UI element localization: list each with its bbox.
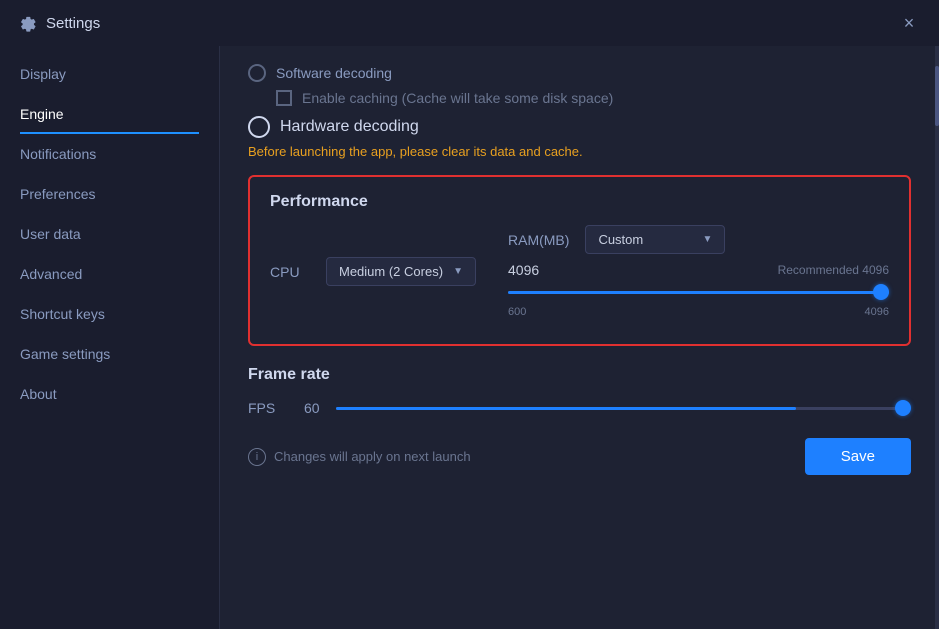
info-icon: i (248, 448, 266, 466)
ram-section: RAM(MB) Custom ▼ 4096 Recommended 4096 (508, 225, 889, 318)
ram-label: RAM(MB) (508, 232, 569, 248)
sidebar-label-notifications: Notifications (20, 146, 96, 162)
ram-slider-max: 4096 (865, 306, 889, 318)
sidebar-label-preferences: Preferences (20, 186, 95, 202)
sidebar-item-notifications[interactable]: Notifications (0, 134, 219, 174)
ram-slider-container (508, 282, 889, 302)
ram-slider-labels: 600 4096 (508, 306, 889, 318)
window-title: Settings (46, 15, 895, 32)
fps-slider-container (336, 398, 911, 418)
gear-icon (16, 13, 36, 33)
sidebar-label-user-data: User data (20, 226, 81, 242)
ram-dropdown-arrow: ▼ (703, 234, 713, 245)
sidebar-label-game-settings: Game settings (20, 346, 110, 362)
hardware-decoding-label: Hardware decoding (280, 118, 419, 136)
warning-text: Before launching the app, please clear i… (248, 144, 911, 159)
software-decoding-radio[interactable] (248, 64, 266, 82)
close-button[interactable]: × (895, 9, 923, 37)
software-decoding-row: Software decoding (248, 64, 911, 82)
sidebar-label-display: Display (20, 66, 66, 82)
ram-dropdown[interactable]: Custom ▼ (585, 225, 725, 254)
performance-title: Performance (270, 193, 889, 211)
settings-window: Settings × Display Engine Notifications … (0, 0, 939, 629)
framerate-section: Frame rate FPS 60 (248, 366, 911, 418)
save-button[interactable]: Save (805, 438, 911, 475)
ram-value: 4096 (508, 262, 539, 278)
sidebar-item-about[interactable]: About (0, 374, 219, 414)
sidebar-label-advanced: Advanced (20, 266, 82, 282)
perf-row: CPU Medium (2 Cores) ▼ RAM(MB) Custom ▼ (270, 225, 889, 318)
cpu-label: CPU (270, 264, 310, 280)
fps-row: FPS 60 (248, 398, 911, 418)
fps-value: 60 (304, 400, 320, 416)
titlebar: Settings × (0, 0, 939, 46)
sidebar-item-advanced[interactable]: Advanced (0, 254, 219, 294)
enable-caching-checkbox[interactable] (276, 90, 292, 106)
scrollbar[interactable] (935, 46, 939, 629)
hardware-decoding-radio[interactable] (248, 116, 270, 138)
sidebar-item-user-data[interactable]: User data (0, 214, 219, 254)
footer: i Changes will apply on next launch Save (248, 438, 911, 475)
sidebar-item-preferences[interactable]: Preferences (0, 174, 219, 214)
footer-info: i Changes will apply on next launch (248, 448, 471, 466)
framerate-title: Frame rate (248, 366, 911, 384)
fps-slider-fill (336, 407, 796, 410)
software-decoding-label: Software decoding (276, 65, 392, 81)
fps-slider-track (336, 407, 911, 410)
ram-slider-thumb[interactable] (873, 284, 889, 300)
enable-caching-note: (Cache will take some disk space) (402, 90, 614, 106)
sidebar-label-shortcut-keys: Shortcut keys (20, 306, 105, 322)
footer-info-text: Changes will apply on next launch (274, 449, 471, 464)
cpu-dropdown-arrow: ▼ (453, 266, 463, 277)
hardware-decoding-row: Hardware decoding (248, 116, 911, 138)
cpu-dropdown[interactable]: Medium (2 Cores) ▼ (326, 257, 476, 286)
performance-box: Performance CPU Medium (2 Cores) ▼ RAM(M… (248, 175, 911, 346)
enable-caching-row: Enable caching (Cache will take some dis… (276, 90, 911, 106)
ram-recommended: Recommended 4096 (778, 263, 889, 277)
enable-caching-label: Enable caching (Cache will take some dis… (302, 90, 613, 106)
ram-top: RAM(MB) Custom ▼ (508, 225, 889, 254)
cpu-dropdown-text: Medium (2 Cores) (339, 264, 445, 279)
sidebar-label-engine: Engine (20, 106, 64, 122)
sidebar-item-engine[interactable]: Engine (0, 94, 219, 134)
sidebar-item-display[interactable]: Display (0, 54, 219, 94)
sidebar-item-shortcut-keys[interactable]: Shortcut keys (0, 294, 219, 334)
fps-slider-thumb[interactable] (895, 400, 911, 416)
ram-dropdown-text: Custom (598, 232, 694, 247)
main-panel: Software decoding Enable caching (Cache … (220, 46, 939, 629)
ram-value-row: 4096 Recommended 4096 (508, 262, 889, 278)
ram-slider-min: 600 (508, 306, 526, 318)
content-area: Display Engine Notifications Preferences… (0, 46, 939, 629)
sidebar: Display Engine Notifications Preferences… (0, 46, 220, 629)
ram-slider-fill (508, 291, 889, 294)
decoding-section: Software decoding Enable caching (Cache … (248, 64, 911, 159)
ram-slider-track (508, 291, 889, 294)
sidebar-label-about: About (20, 386, 57, 402)
scrollbar-thumb (935, 66, 939, 126)
sidebar-item-game-settings[interactable]: Game settings (0, 334, 219, 374)
fps-label: FPS (248, 400, 288, 416)
